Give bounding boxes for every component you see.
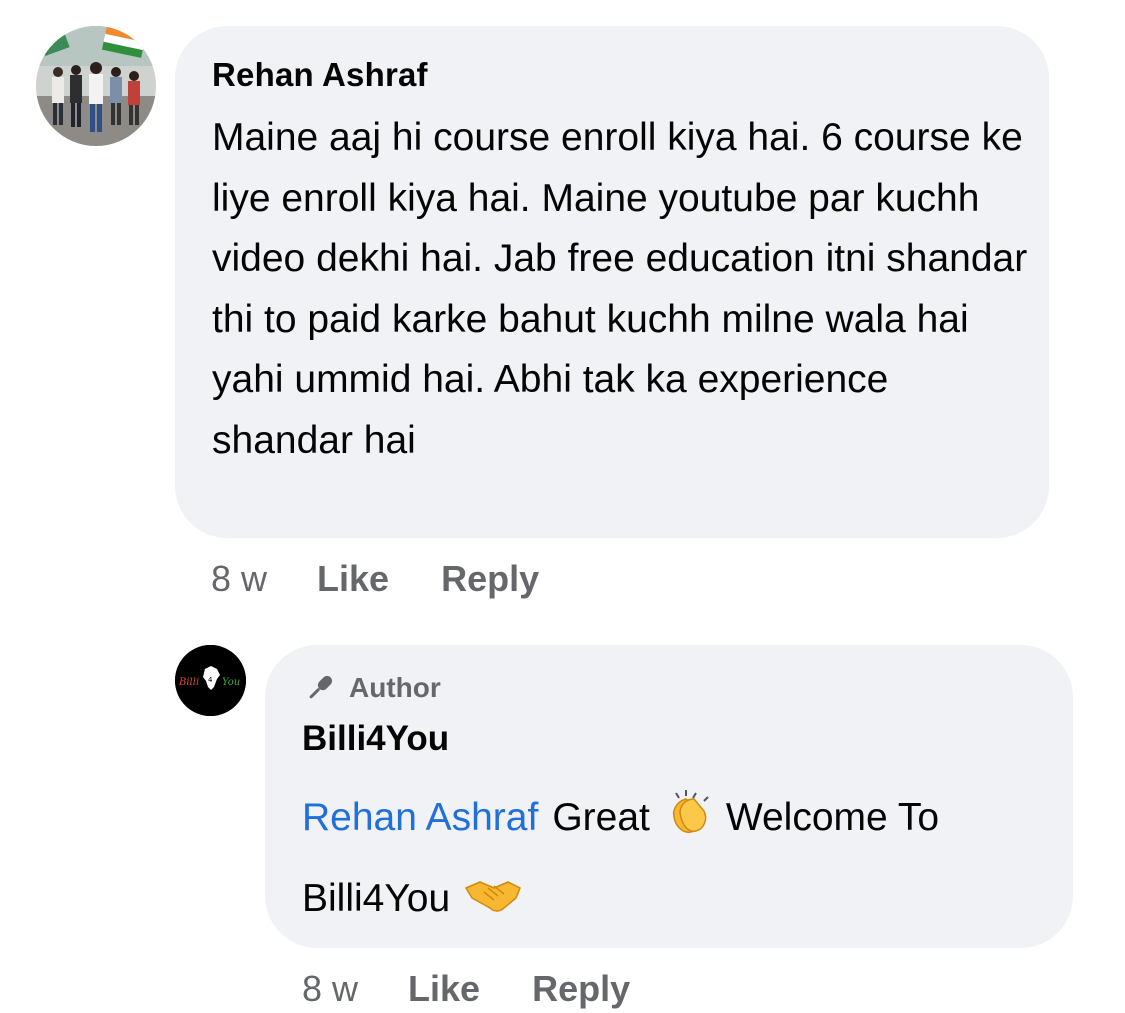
like-button[interactable]: Like: [408, 968, 480, 1010]
clapping-hands-icon: [664, 787, 716, 849]
reply-actions: 8 w Like Reply: [302, 968, 630, 1010]
mention-link[interactable]: Rehan Ashraf: [302, 796, 538, 840]
svg-text:You: You: [222, 677, 240, 688]
like-button[interactable]: Like: [317, 558, 389, 600]
reply-timestamp[interactable]: 8 w: [302, 968, 358, 1010]
author-badge-label: Author: [349, 672, 441, 703]
reply-bubble: Author Billi4You Rehan Ashraf Great Welc…: [265, 645, 1073, 948]
reply-avatar[interactable]: Billi 4 You: [175, 645, 246, 716]
comment-timestamp[interactable]: 8 w: [211, 558, 267, 600]
handshake-icon: [464, 874, 522, 924]
reply-author-name[interactable]: Billi4You: [302, 719, 449, 759]
reply-text: Welcome To: [725, 796, 940, 839]
reply-body-line-1: Rehan Ashraf Great Welcome To: [302, 787, 939, 849]
avatar-photo: [36, 26, 156, 146]
reply-button[interactable]: Reply: [441, 558, 539, 600]
svg-text:Billi: Billi: [178, 677, 199, 688]
comment-actions: 8 w Like Reply: [211, 558, 539, 600]
comment-author-name[interactable]: Rehan Ashraf: [212, 56, 428, 94]
billi4you-logo: Billi 4 You: [175, 645, 246, 716]
comment-bubble: Rehan Ashraf Maine aaj hi course enroll …: [175, 26, 1049, 538]
author-badge: Author: [303, 671, 441, 705]
reply-text: Great: [552, 796, 650, 839]
reply-body-line-2: Billi4You: [302, 874, 532, 924]
svg-text:4: 4: [208, 676, 213, 684]
reply-button[interactable]: Reply: [532, 968, 630, 1010]
avatar[interactable]: [36, 26, 156, 146]
microphone-icon: [309, 675, 333, 699]
reply-text: Billi4You: [302, 877, 451, 920]
comment-body: Maine aaj hi course enroll kiya hai. 6 c…: [212, 116, 1028, 462]
